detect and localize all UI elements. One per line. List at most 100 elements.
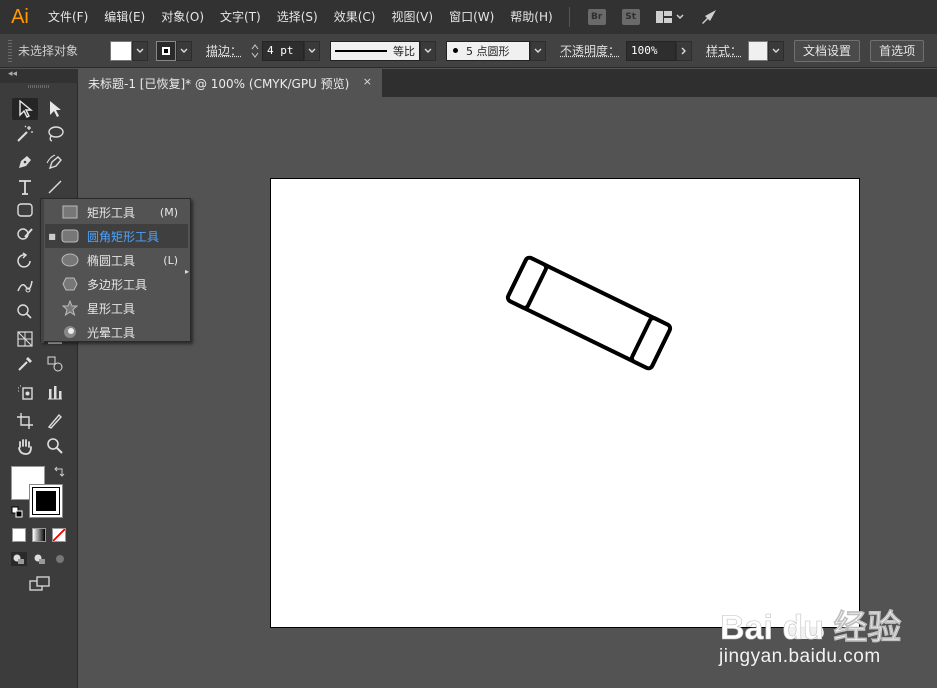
flyout-item-flare[interactable]: 光晕工具: [45, 320, 188, 344]
menu-separator: [568, 7, 570, 27]
control-bar-grip[interactable]: [8, 39, 12, 62]
opacity-input[interactable]: 100%: [626, 40, 677, 61]
document-tab-title: 未标题-1 [已恢复]* @ 100% (CMYK/GPU 预览): [88, 76, 350, 91]
menu-file[interactable]: 文件(F): [40, 0, 96, 34]
artboard[interactable]: [270, 178, 860, 628]
document-tab[interactable]: 未标题-1 [已恢复]* @ 100% (CMYK/GPU 预览) ×: [78, 69, 382, 97]
workspace-layout-icon[interactable]: [655, 10, 684, 24]
perspective-grid-tool-icon[interactable]: [12, 328, 38, 350]
rotated-rounded-rectangle-shape[interactable]: [271, 179, 861, 629]
bridge-button[interactable]: Br: [587, 9, 606, 25]
artboard-tool-icon[interactable]: [12, 410, 38, 432]
flyout-item-shortcut: (M): [159, 205, 178, 219]
flyout-item-ellipse[interactable]: 椭圆工具 (L): [45, 248, 188, 272]
pen-tool-icon[interactable]: [12, 151, 38, 173]
flyout-item-rounded-rectangle[interactable]: ■ 圆角矩形工具: [45, 224, 188, 248]
column-graph-tool-icon[interactable]: [42, 381, 68, 403]
line-segment-tool-icon[interactable]: [42, 176, 68, 198]
opacity-arrow[interactable]: [676, 40, 693, 61]
rounded-rectangle-tool-icon[interactable]: [12, 199, 38, 221]
rectangle-icon: [59, 205, 81, 219]
direct-selection-tool-icon[interactable]: [42, 98, 68, 120]
menu-object[interactable]: 对象(O): [153, 0, 212, 34]
flare-icon: [59, 324, 81, 340]
watermark-logo-text: Bai du 经验: [720, 608, 901, 647]
menu-effect[interactable]: 效果(C): [326, 0, 384, 34]
hand-tool-icon[interactable]: [12, 435, 38, 457]
flyout-item-label: 矩形工具: [87, 205, 136, 220]
color-mode-button[interactable]: [12, 528, 26, 542]
menu-view[interactable]: 视图(V): [383, 0, 441, 34]
paintbrush-tool-icon[interactable]: [12, 223, 38, 245]
type-tool-icon[interactable]: [12, 176, 38, 198]
tools-grip[interactable]: [28, 85, 50, 88]
tearoff-arrow-icon[interactable]: ▸: [185, 267, 189, 276]
selection-tool-icon[interactable]: [12, 98, 38, 120]
magic-wand-tool-icon[interactable]: [12, 123, 38, 145]
profile-label: 等比: [393, 44, 416, 58]
zoom-tool-icon[interactable]: [42, 435, 68, 457]
brush-dropdown[interactable]: [530, 40, 547, 61]
fill-dropdown[interactable]: [132, 40, 148, 61]
tools-panel: [0, 83, 78, 688]
draw-inside-icon[interactable]: [52, 552, 68, 569]
collapse-panel-icon[interactable]: ◂◂: [8, 69, 17, 79]
rocket-icon[interactable]: [700, 9, 718, 25]
flyout-item-shortcut: (L): [163, 253, 178, 267]
stroke-spinner[interactable]: [248, 41, 262, 61]
flyout-grip[interactable]: [41, 199, 44, 343]
preferences-button[interactable]: 首选项: [870, 39, 925, 62]
flyout-item-rectangle[interactable]: 矩形工具 (M): [45, 200, 188, 224]
star-icon: [59, 300, 81, 316]
symbol-sprayer-tool-icon[interactable]: [12, 381, 38, 403]
blend-tool-icon[interactable]: [42, 353, 68, 375]
stroke-label[interactable]: 描边：: [206, 42, 242, 59]
stroke-weight-input[interactable]: 4 pt: [262, 40, 305, 61]
variable-width-profile[interactable]: 等比: [330, 40, 421, 61]
gradient-mode-button[interactable]: [32, 528, 46, 542]
style-dropdown[interactable]: [768, 40, 785, 61]
profile-dropdown[interactable]: [420, 40, 437, 61]
brush-dot-icon: [453, 48, 459, 53]
lasso-tool-icon[interactable]: [42, 123, 68, 145]
rotate-tool-icon[interactable]: [12, 250, 38, 272]
selection-status: 未选择对象: [18, 44, 79, 58]
curvature-tool-icon[interactable]: [42, 151, 68, 173]
stock-button[interactable]: St: [621, 9, 640, 25]
shape-tools-flyout: 矩形工具 (M) ■ 圆角矩形工具 椭圆工具 (L) 多边形工具 星形工具 光晕…: [40, 198, 191, 344]
watermark-url: jingyan.baidu.com: [719, 646, 881, 667]
document-setup-button[interactable]: 文档设置: [794, 39, 861, 62]
warp-tool-icon[interactable]: [12, 275, 38, 297]
stroke-swatch[interactable]: [156, 40, 176, 61]
menu-help[interactable]: 帮助(H): [502, 0, 560, 34]
fill-swatch[interactable]: [110, 40, 132, 61]
menu-window[interactable]: 窗口(W): [441, 0, 502, 34]
draw-normal-icon[interactable]: [11, 552, 27, 569]
screen-mode-icon[interactable]: [29, 576, 51, 595]
flyout-item-label: 多边形工具: [87, 277, 148, 292]
shape-builder-tool-icon[interactable]: [12, 300, 38, 322]
style-label: 样式：: [706, 44, 743, 58]
flyout-item-label: 星形工具: [87, 301, 136, 316]
menu-type[interactable]: 文字(T): [212, 0, 269, 34]
tools-panel-header: ◂◂: [0, 69, 78, 83]
brush-definition[interactable]: 5 点圆形: [446, 40, 531, 61]
graphic-style-swatch[interactable]: [748, 40, 769, 61]
stroke-weight-dropdown[interactable]: [304, 40, 321, 61]
none-mode-button[interactable]: [52, 528, 66, 542]
opacity-label[interactable]: 不透明度：: [560, 42, 620, 59]
flyout-item-polygon[interactable]: 多边形工具: [45, 272, 188, 296]
flyout-item-label: 圆角矩形工具: [87, 229, 160, 244]
stroke-dropdown[interactable]: [176, 40, 192, 61]
eyedropper-tool-icon[interactable]: [12, 353, 38, 375]
brush-label: 5 点圆形: [466, 44, 510, 58]
stroke-color-box[interactable]: [29, 484, 63, 518]
menu-select[interactable]: 选择(S): [269, 0, 326, 34]
flyout-item-star[interactable]: 星形工具: [45, 296, 188, 320]
default-colors-icon[interactable]: [11, 506, 23, 521]
slice-tool-icon[interactable]: [42, 410, 68, 432]
swap-colors-icon[interactable]: [53, 466, 65, 481]
menu-edit[interactable]: 编辑(E): [96, 0, 153, 34]
draw-behind-icon[interactable]: [32, 552, 48, 569]
close-tab-icon[interactable]: ×: [363, 75, 372, 88]
